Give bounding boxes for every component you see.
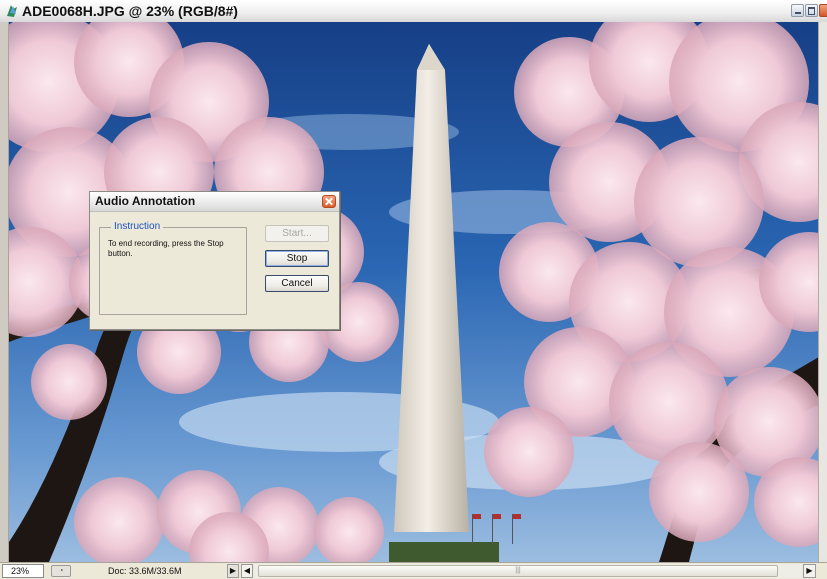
status-menu-arrow-icon[interactable]: ▶ [227, 564, 239, 578]
instruction-text: To end recording, press the Stop button. [108, 239, 224, 258]
document-size-info: Doc: 33.6M/33.6M [108, 566, 182, 576]
dialog-title: Audio Annotation [95, 194, 196, 208]
window-titlebar[interactable]: ADE0068H.JPG @ 23% (RGB/8#) [0, 0, 827, 23]
close-icon[interactable] [819, 4, 827, 17]
resize-grip[interactable] [817, 564, 827, 578]
window-title: ADE0068H.JPG @ 23% (RGB/8#) [22, 3, 238, 19]
instruction-group: Instruction To end recording, press the … [99, 220, 247, 315]
instruction-group-label: Instruction [111, 220, 164, 233]
stop-button[interactable]: Stop [265, 250, 329, 267]
audio-annotation-dialog: Audio Annotation Instruction To end reco… [89, 191, 340, 330]
photoshop-document-icon [7, 5, 17, 17]
minimize-icon[interactable] [791, 4, 804, 17]
start-button[interactable]: Start... [265, 225, 329, 242]
status-bar: 23% ◔ Doc: 33.6M/33.6M ▶ ◀ ||| ▶ [0, 562, 827, 579]
horizontal-scroll-thumb[interactable]: ||| [258, 565, 778, 577]
scroll-right-arrow-icon[interactable]: ▶ [803, 564, 816, 578]
zoom-preview-icon[interactable]: ◔ [51, 565, 71, 577]
document-window: ADE0068H.JPG @ 23% (RGB/8#) 23% ◔ Doc: 3… [0, 0, 827, 579]
cancel-button[interactable]: Cancel [265, 275, 329, 292]
maximize-icon[interactable] [805, 4, 818, 17]
vertical-scrollbar[interactable] [818, 22, 827, 562]
scroll-left-arrow-icon[interactable]: ◀ [241, 564, 253, 578]
dialog-titlebar[interactable]: Audio Annotation [90, 192, 339, 212]
zoom-level-field[interactable]: 23% [2, 564, 44, 578]
canvas-left-border [0, 22, 9, 562]
dialog-close-icon[interactable] [322, 195, 336, 208]
